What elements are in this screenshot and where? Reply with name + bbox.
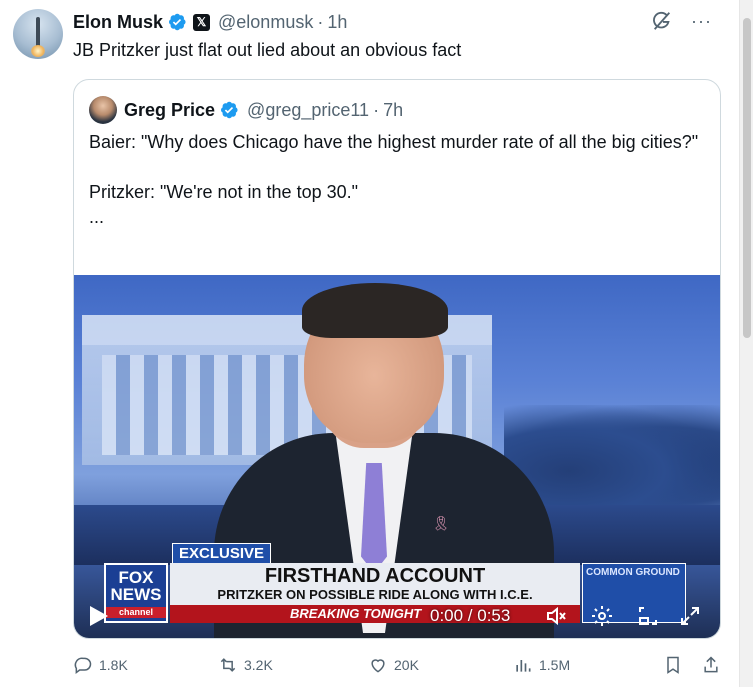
views-button[interactable]: 1.5M	[513, 655, 570, 675]
logo-channel: channel	[106, 607, 166, 618]
like-count: 20K	[394, 657, 419, 673]
ribbon-pin-icon: 🎗	[432, 515, 450, 531]
quoted-tweet[interactable]: Greg Price @greg_price11 · 7h Baier: "Wh…	[73, 79, 721, 639]
timestamp[interactable]: 1h	[327, 12, 347, 33]
tweet-text: JB Pritzker just flat out lied about an …	[73, 40, 462, 60]
fox-news-logo: FOX NEWS channel	[104, 563, 168, 623]
video-time: 0:00 / 0:53	[430, 606, 511, 625]
reply-icon	[74, 657, 92, 674]
chyron-title: FIRSTHAND ACCOUNT	[264, 565, 486, 587]
tweet-top-actions: ···	[651, 10, 712, 32]
logo-line-2: NEWS	[110, 585, 162, 604]
chyron-subtitle: PRITZKER ON POSSIBLE RIDE ALONG WITH I.C…	[217, 587, 533, 602]
video-player[interactable]: 🎗 EXCLUSIVE FOX NEWS channel FIRSTHAND A…	[74, 275, 720, 638]
quote-author-handle[interactable]: @greg_price11	[247, 100, 369, 121]
tweet-header: Elon Musk 𝕏 @elonmusk · 1h	[73, 10, 347, 34]
settings-icon[interactable]	[590, 604, 614, 628]
rocket-graphic	[36, 17, 40, 47]
scrollbar-thumb[interactable]	[743, 18, 751, 338]
play-icon[interactable]	[90, 606, 108, 626]
bookmark-icon[interactable]	[663, 655, 683, 678]
quote-author-name[interactable]: Greg Price	[124, 100, 215, 121]
quote-text: Baier: "Why does Chicago have the highes…	[89, 130, 699, 230]
verified-badge-icon	[167, 12, 187, 32]
quote-line-1: Baier: "Why does Chicago have the highes…	[89, 132, 699, 152]
grok-icon[interactable]	[651, 10, 673, 32]
separator: ·	[317, 11, 324, 32]
quote-ellipsis: ...	[89, 207, 105, 227]
fullscreen-icon[interactable]	[678, 604, 702, 628]
tweet[interactable]: Elon Musk 𝕏 @elonmusk · 1h ··· JB Pritzk…	[0, 0, 740, 687]
more-icon[interactable]: ···	[691, 12, 712, 30]
like-icon	[371, 659, 385, 673]
x-affiliation-badge: 𝕏	[193, 13, 211, 31]
rocket-plume-graphic	[31, 45, 45, 57]
volume-icon[interactable]	[544, 604, 568, 628]
reply-count: 1.8K	[99, 657, 128, 673]
action-bar: 1.8K 3.2K 20K 1.5M	[73, 655, 733, 679]
share-icon[interactable]	[701, 655, 721, 678]
reply-button[interactable]: 1.8K	[73, 655, 128, 675]
chyron: FIRSTHAND ACCOUNT PRITZKER ON POSSIBLE R…	[170, 563, 580, 611]
repost-icon	[220, 658, 236, 672]
quote-line-2: Pritzker: "We're not in the top 30."	[89, 182, 359, 202]
view-count: 1.5M	[539, 657, 571, 673]
verified-badge-icon	[219, 100, 239, 120]
breaking-ticker: BREAKING TONIGHT	[170, 605, 580, 623]
separator: ·	[373, 99, 380, 120]
repost-button[interactable]: 3.2K	[218, 655, 273, 675]
quote-timestamp[interactable]: 7h	[383, 100, 403, 121]
secondary-actions	[663, 655, 721, 678]
exclusive-tag: EXCLUSIVE	[172, 543, 272, 564]
author-handle[interactable]: @elonmusk	[218, 12, 313, 33]
repost-count: 3.2K	[244, 657, 273, 673]
quote-avatar[interactable]	[89, 96, 117, 124]
scrollbar[interactable]	[739, 0, 753, 687]
views-icon	[516, 660, 531, 672]
quote-header: Greg Price @greg_price11 · 7h	[89, 96, 403, 124]
author-name[interactable]: Elon Musk	[73, 12, 163, 33]
like-button[interactable]: 20K	[368, 655, 419, 675]
pip-icon[interactable]	[636, 604, 660, 628]
avatar[interactable]	[13, 9, 63, 59]
